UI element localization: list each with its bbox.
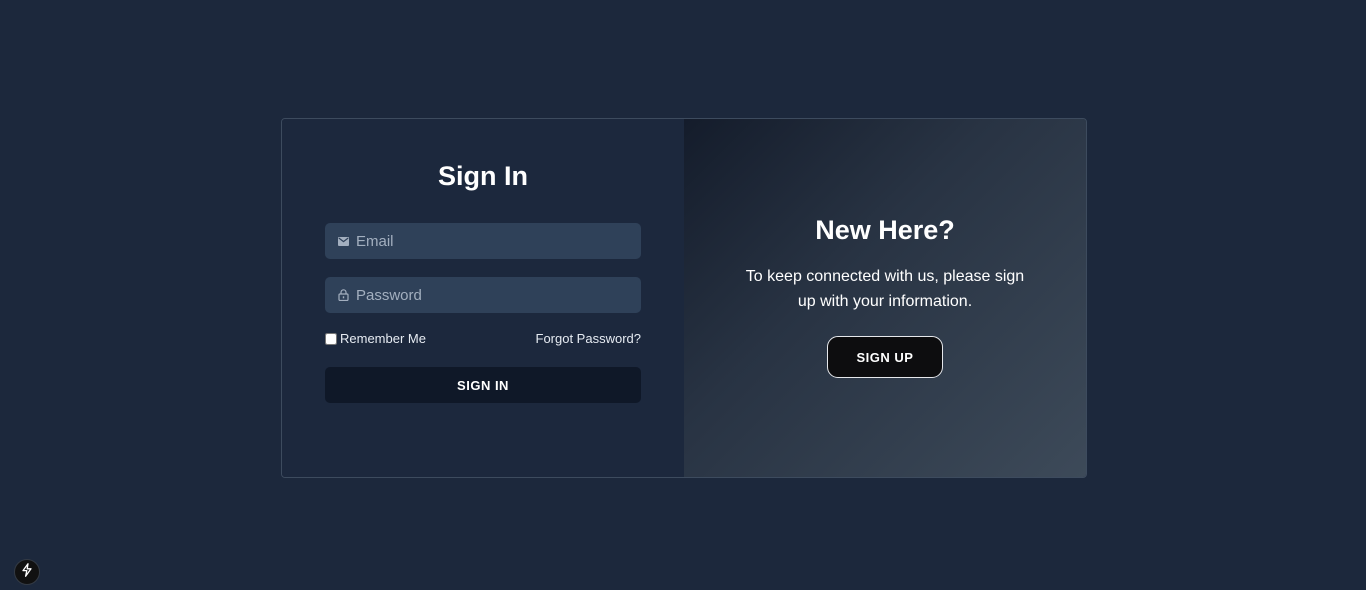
lock-icon <box>337 289 349 301</box>
signup-panel: New Here? To keep connected with us, ple… <box>684 119 1086 477</box>
dev-indicator-button[interactable] <box>14 559 40 585</box>
auth-card: Sign In Remembe <box>281 118 1087 478</box>
password-field[interactable] <box>325 277 641 313</box>
mail-icon <box>337 235 349 247</box>
email-input[interactable] <box>356 232 626 250</box>
forgot-password-link[interactable]: Forgot Password? <box>536 331 642 346</box>
signin-button[interactable]: SIGN IN <box>325 367 641 403</box>
signin-options: Remember Me Forgot Password? <box>325 331 641 346</box>
signup-title: New Here? <box>815 215 955 245</box>
signup-button[interactable]: SIGN UP <box>827 336 943 378</box>
signin-title: Sign In <box>438 161 528 191</box>
email-field[interactable] <box>325 223 641 259</box>
signup-description: To keep connected with us, please sign u… <box>745 268 1025 310</box>
lightning-icon <box>21 562 33 582</box>
remember-checkbox[interactable] <box>325 332 337 345</box>
password-input[interactable] <box>356 286 626 304</box>
signin-panel: Sign In Remembe <box>282 119 684 477</box>
remember-label: Remember Me <box>340 331 426 346</box>
remember-me[interactable]: Remember Me <box>325 331 426 346</box>
